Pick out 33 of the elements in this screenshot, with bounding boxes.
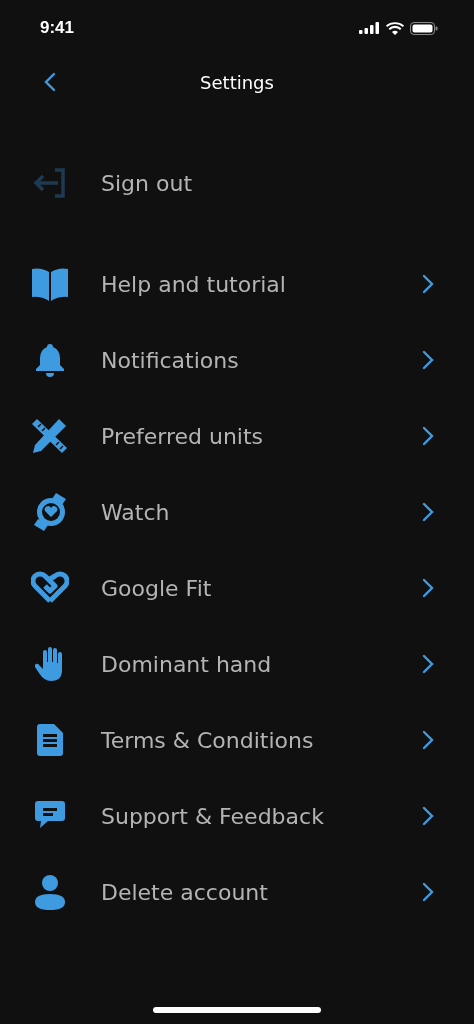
settings-row[interactable]: Watch xyxy=(0,474,474,550)
chevron-right-icon xyxy=(422,578,434,598)
settings-row[interactable]: Support & Feedback xyxy=(0,778,474,854)
signal-icon xyxy=(359,22,380,34)
bell-icon xyxy=(35,343,65,377)
chevron-right-icon xyxy=(422,806,434,826)
chevron-right-icon xyxy=(422,350,434,370)
person-icon xyxy=(34,874,66,910)
hand-icon xyxy=(35,646,65,682)
chevron-right-icon xyxy=(422,274,434,294)
settings-row[interactable]: Google Fit xyxy=(0,550,474,626)
settings-row[interactable]: Preferred units xyxy=(0,398,474,474)
chevron-right-icon xyxy=(422,730,434,750)
settings-row[interactable]: Dominant hand xyxy=(0,626,474,702)
chevron-right-icon xyxy=(422,654,434,674)
settings-row[interactable]: Help and tutorial xyxy=(0,246,474,322)
settings-row[interactable]: Terms & Conditions xyxy=(0,702,474,778)
book-icon xyxy=(31,267,69,301)
chevron-right-icon xyxy=(422,502,434,522)
settings-row[interactable]: Delete account xyxy=(0,854,474,930)
heart-icon xyxy=(31,571,69,605)
battery-icon xyxy=(410,21,438,35)
screen-title: Settings xyxy=(200,71,274,93)
back-icon[interactable] xyxy=(44,72,56,92)
settings-row[interactable]: Notifications xyxy=(0,322,474,398)
clock-time: 9:41 xyxy=(40,18,75,38)
chevron-right-icon xyxy=(422,426,434,446)
exit-icon xyxy=(32,168,68,198)
settings-row[interactable]: Sign out xyxy=(0,145,474,221)
chevron-right-icon xyxy=(422,882,434,902)
wifi-icon xyxy=(386,21,404,35)
pencil-ruler-icon xyxy=(32,418,68,454)
document-icon xyxy=(37,724,63,756)
